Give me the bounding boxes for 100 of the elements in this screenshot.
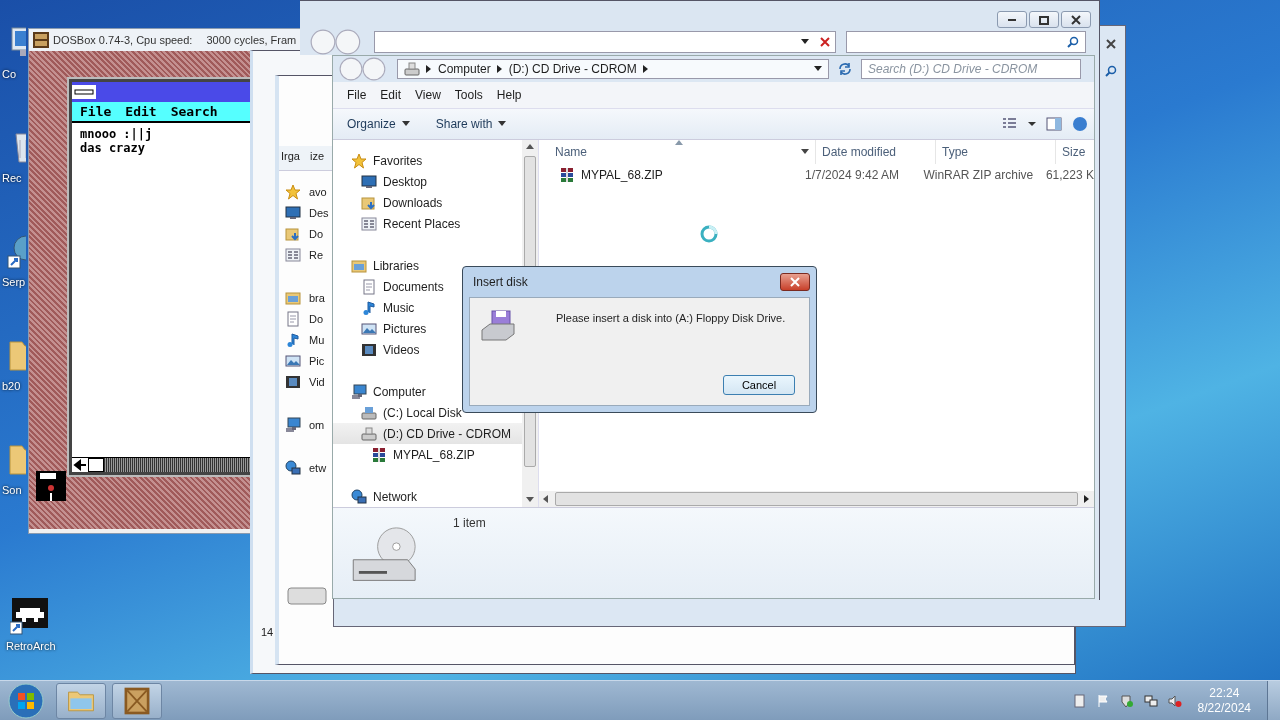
search-icon[interactable] [1067, 36, 1079, 48]
preview-pane-icon[interactable] [1046, 117, 1062, 131]
window-title: DOSBox 0.74-3, Cpu speed: [53, 34, 193, 46]
navigation-item[interactable]: Des [309, 206, 329, 219]
close-button[interactable] [780, 273, 810, 291]
minimize-button[interactable] [997, 11, 1027, 28]
document-icon [361, 278, 377, 295]
globe-icon[interactable] [6, 232, 26, 272]
tree-item[interactable]: Network [333, 486, 522, 507]
monitor-icon [361, 173, 377, 190]
caret-icon [401, 121, 410, 127]
maximize-icon [1036, 13, 1052, 26]
dialog-message: Please insert a disk into (A:) Floppy Disk Drive. [556, 311, 786, 324]
desktop-icon-label[interactable]: Son [2, 484, 22, 496]
left-arrow-icon[interactable] [543, 495, 549, 503]
refresh-icon[interactable] [837, 61, 853, 77]
chevron-icon[interactable] [496, 65, 503, 73]
help-icon[interactable] [1072, 116, 1088, 132]
up-arrow-icon[interactable] [526, 144, 534, 150]
navigation-item[interactable]: Vid [309, 375, 325, 388]
taskbar-button[interactable] [112, 682, 162, 719]
cancel-button[interactable]: Cancel [723, 375, 795, 395]
network-icon[interactable] [1143, 693, 1158, 708]
text-line: mnooo :||j [80, 127, 154, 141]
down-arrow-icon[interactable] [526, 497, 534, 503]
view-options-icon[interactable] [1002, 117, 1036, 131]
navigation-item[interactable]: avo [309, 185, 327, 198]
search-icon[interactable] [1105, 65, 1117, 77]
space-invader-icon[interactable] [10, 596, 50, 636]
menu-item[interactable]: View [415, 88, 441, 102]
chevron-icon[interactable] [426, 65, 432, 73]
navigation-item[interactable]: bra [309, 291, 325, 304]
column-header[interactable]: Type [935, 140, 1055, 164]
breadcrumb-item[interactable]: Computer [438, 62, 491, 76]
tree-item[interactable]: Favorites [333, 150, 522, 171]
toolbar-button[interactable]: Organize [339, 114, 418, 134]
navigation-item[interactable]: Mu [309, 333, 325, 346]
close-icon[interactable] [819, 36, 831, 48]
sort-arrow-icon [675, 140, 683, 145]
menu-item[interactable]: File [347, 88, 367, 102]
document-icon[interactable] [1071, 693, 1086, 708]
tree-item[interactable]: Recent Places [333, 213, 522, 234]
system-menu-icon[interactable] [72, 82, 96, 102]
shield-icon[interactable] [1119, 693, 1134, 708]
tree-item[interactable]: Desktop [333, 171, 522, 192]
desktop-icon-label[interactable]: Rec [2, 172, 22, 184]
document-icon [285, 310, 301, 327]
toolbar-button[interactable]: Share with [427, 114, 515, 134]
menu-item[interactable]: Edit [125, 104, 157, 119]
navigation-item[interactable]: Do [309, 312, 324, 325]
column-header[interactable]: Size [1055, 140, 1094, 164]
right-arrow-icon[interactable] [1084, 495, 1090, 503]
desktop-icon-label[interactable]: Co [2, 68, 17, 80]
close-button[interactable] [1061, 11, 1091, 28]
breadcrumb-item[interactable]: (D:) CD Drive - CDROM [508, 62, 637, 76]
column-header[interactable]: Date modified [815, 140, 935, 164]
drive-icon [404, 61, 420, 77]
search-field[interactable]: Search (D:) CD Drive - CDROM [861, 59, 1081, 79]
picture-icon [285, 352, 301, 369]
left-arrow-icon[interactable] [72, 458, 88, 472]
navigation-item[interactable]: Do [309, 227, 324, 240]
start-button[interactable] [8, 682, 44, 719]
toolbar-text: ize [309, 150, 325, 162]
chevron-icon[interactable] [642, 65, 649, 73]
film-icon [285, 373, 301, 390]
tree-item[interactable]: MYPAL_68.ZIP [333, 444, 522, 465]
floppy-drive-icon [480, 310, 516, 342]
navigation-item[interactable]: om [309, 418, 325, 431]
show-desktop-button[interactable] [1267, 680, 1280, 720]
navigation-item[interactable]: Pic [309, 354, 325, 367]
file-row[interactable]: MYPAL_68.ZIP 1/7/2024 9:42 AM WinRAR ZIP archive 61,223 K [539, 164, 1094, 186]
maximize-button[interactable] [1029, 11, 1059, 28]
menu-item[interactable]: Edit [380, 88, 402, 102]
navigation-item[interactable]: Re [309, 248, 324, 261]
zip-archive-icon [559, 167, 575, 183]
scroll-bar[interactable] [72, 457, 252, 472]
scroll-thumb[interactable] [555, 492, 1078, 506]
file-name: MYPAL_68.ZIP [581, 168, 663, 182]
scroll-thumb[interactable] [88, 458, 104, 472]
scroll-bar[interactable] [539, 491, 1094, 507]
navigation-item[interactable]: etw [309, 461, 327, 474]
search-field[interactable] [846, 31, 1086, 53]
mute-icon[interactable] [1167, 693, 1182, 708]
close-icon[interactable] [1103, 38, 1119, 50]
star-icon [285, 183, 301, 200]
caret-icon[interactable] [801, 149, 809, 155]
menu-item[interactable]: Tools [454, 88, 483, 102]
caret-icon[interactable] [814, 66, 822, 72]
menu-item[interactable]: Help [496, 88, 522, 102]
menu-item[interactable]: Search [170, 104, 218, 119]
column-header[interactable]: Name [539, 140, 815, 164]
desktop-icon-label[interactable]: Serp [2, 276, 26, 288]
tree-item[interactable]: Downloads [333, 192, 522, 213]
desktop-icon-label[interactable]: b20 [2, 380, 21, 392]
grid-icon [361, 215, 377, 232]
menu-item[interactable]: File [80, 104, 112, 119]
caret-icon[interactable] [801, 39, 809, 45]
dialog-title: Insert disk [473, 275, 528, 289]
address-field[interactable] [374, 31, 836, 53]
tree-item[interactable]: (D:) CD Drive - CDROM [333, 423, 522, 444]
